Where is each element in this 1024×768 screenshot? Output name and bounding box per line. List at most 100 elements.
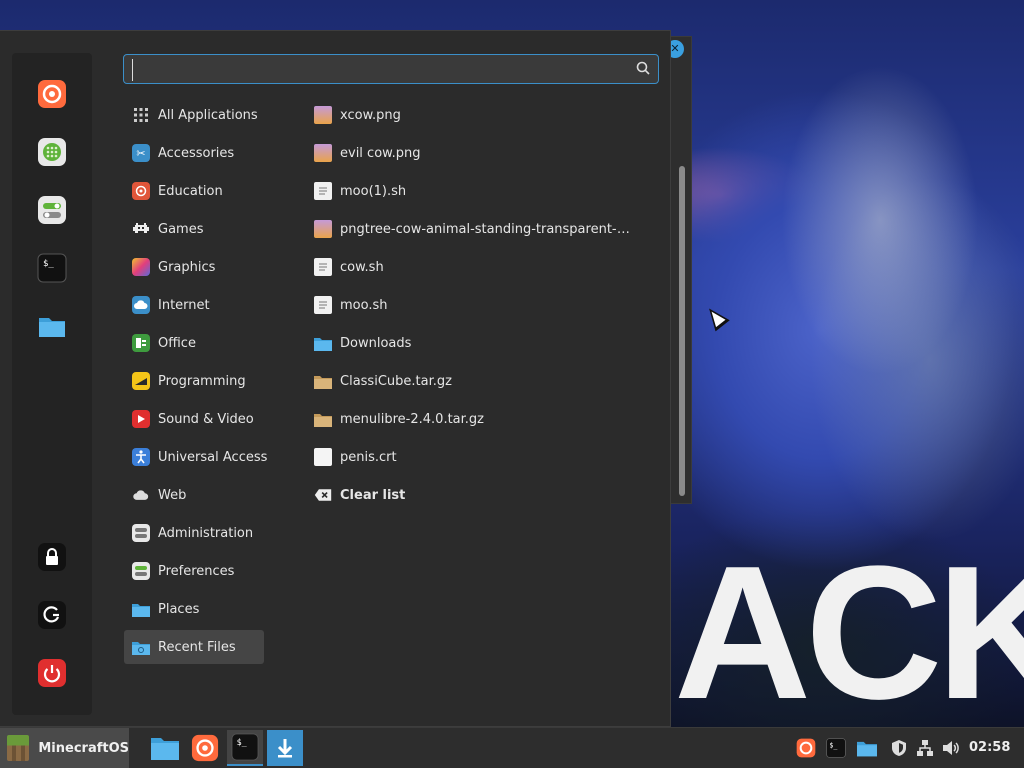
category-accessories[interactable]: ✂ Accessories [124, 136, 264, 170]
shield-icon[interactable] [889, 738, 909, 758]
image-file-icon [314, 144, 332, 162]
network-icon[interactable] [915, 738, 935, 758]
category-internet[interactable]: Internet [124, 288, 264, 322]
taskbar-firefox-launcher[interactable] [187, 730, 223, 766]
application-menu: $_ All Applications ✂ Accessories Educat… [0, 30, 671, 727]
background-window-scrollbar[interactable] [679, 166, 685, 496]
clear-list-label: Clear list [340, 487, 406, 503]
tray-terminal-icon[interactable]: $_ [826, 738, 846, 758]
category-graphics[interactable]: Graphics [124, 250, 264, 284]
file-label: penis.crt [340, 449, 397, 465]
recent-file-item[interactable]: menulibre-2.4.0.tar.gz [306, 402, 636, 436]
wallpaper-text: ACK [674, 540, 1024, 726]
category-label: Accessories [158, 145, 235, 161]
taskbar-files-launcher[interactable] [147, 730, 183, 766]
script-file-icon [314, 182, 332, 200]
file-label: pngtree-cow-animal-standing-transparent-… [340, 221, 630, 237]
recent-file-item[interactable]: moo.sh [306, 288, 636, 322]
file-label: moo(1).sh [340, 183, 407, 199]
category-all-applications[interactable]: All Applications [124, 98, 264, 132]
recent-file-item[interactable]: moo(1).sh [306, 174, 636, 208]
tray-files-icon[interactable] [857, 738, 877, 758]
category-education[interactable]: Education [124, 174, 264, 208]
category-recent-files[interactable]: Recent Files [124, 630, 264, 664]
lock-screen-icon[interactable] [36, 541, 68, 573]
taskbar-download-launcher[interactable] [267, 730, 303, 766]
play-icon [132, 410, 150, 428]
category-label: Office [158, 335, 196, 351]
search-box[interactable] [123, 54, 659, 84]
education-icon [132, 182, 150, 200]
category-label: Preferences [158, 563, 235, 579]
file-label: xcow.png [340, 107, 401, 123]
terminal-icon[interactable]: $_ [36, 252, 68, 284]
folder-icon [314, 334, 332, 352]
settings-icon[interactable] [36, 194, 68, 226]
taskbar: MinecraftOS $_ $_ 02:58 [0, 727, 1024, 768]
svg-text:$_: $_ [829, 741, 837, 749]
archive-icon [314, 372, 332, 390]
category-label: Sound & Video [158, 411, 254, 427]
cloud-icon [132, 296, 150, 314]
firefox-icon[interactable] [36, 78, 68, 110]
category-office[interactable]: Office [124, 326, 264, 360]
recent-file-item[interactable]: Downloads [306, 326, 636, 360]
category-sound-video[interactable]: Sound & Video [124, 402, 264, 436]
volume-icon[interactable] [941, 738, 961, 758]
category-label: Programming [158, 373, 246, 389]
recent-file-item[interactable]: evil cow.png [306, 136, 636, 170]
category-games[interactable]: Games [124, 212, 264, 246]
programming-icon [132, 372, 150, 390]
search-input[interactable] [132, 59, 627, 81]
category-programming[interactable]: Programming [124, 364, 264, 398]
scissors-icon: ✂ [132, 144, 150, 162]
graphics-icon [132, 258, 150, 276]
preferences-icon [132, 562, 150, 580]
category-places[interactable]: Places [124, 592, 264, 626]
recent-file-item[interactable]: pngtree-cow-animal-standing-transparent-… [306, 212, 636, 246]
files-icon[interactable] [36, 310, 68, 342]
script-file-icon [314, 258, 332, 276]
grid-icon [132, 106, 150, 124]
category-web[interactable]: Web [124, 478, 264, 512]
administration-icon [132, 524, 150, 542]
web-cloud-icon [132, 486, 150, 504]
svg-text:$_: $_ [43, 259, 54, 269]
category-label: Internet [158, 297, 210, 313]
search-icon[interactable] [636, 61, 650, 79]
logout-icon[interactable] [36, 599, 68, 631]
clear-list-button[interactable]: Clear list [306, 478, 636, 512]
menu-button[interactable]: MinecraftOS [0, 728, 129, 768]
category-label: Recent Files [158, 639, 236, 655]
menu-button-label: MinecraftOS [38, 740, 129, 756]
clear-icon [314, 486, 332, 504]
file-label: Downloads [340, 335, 412, 351]
category-label: Universal Access [158, 449, 268, 465]
taskbar-terminal-launcher[interactable]: $_ [227, 730, 263, 766]
recent-file-item[interactable]: xcow.png [306, 98, 636, 132]
image-file-icon [314, 106, 332, 124]
category-universal-access[interactable]: Universal Access [124, 440, 268, 474]
file-label: moo.sh [340, 297, 388, 313]
file-label: evil cow.png [340, 145, 421, 161]
recent-file-item[interactable]: penis.crt [306, 440, 636, 474]
minecraft-logo-icon [7, 735, 30, 761]
svg-text:$_: $_ [237, 737, 248, 747]
category-preferences[interactable]: Preferences [124, 554, 264, 588]
shutdown-icon[interactable] [36, 657, 68, 689]
archive-icon [314, 410, 332, 428]
category-label: Web [158, 487, 187, 503]
software-manager-icon[interactable] [36, 136, 68, 168]
file-label: cow.sh [340, 259, 384, 275]
file-label: menulibre-2.4.0.tar.gz [340, 411, 484, 427]
category-administration[interactable]: Administration [124, 516, 264, 550]
accessibility-icon [132, 448, 150, 466]
clock[interactable]: 02:58 [969, 740, 1010, 755]
office-icon [132, 334, 150, 352]
category-label: Administration [158, 525, 254, 541]
tray-firefox-icon[interactable] [796, 738, 816, 758]
category-label: Graphics [158, 259, 216, 275]
file-label: ClassiCube.tar.gz [340, 373, 452, 389]
recent-file-item[interactable]: cow.sh [306, 250, 636, 284]
recent-file-item[interactable]: ClassiCube.tar.gz [306, 364, 636, 398]
